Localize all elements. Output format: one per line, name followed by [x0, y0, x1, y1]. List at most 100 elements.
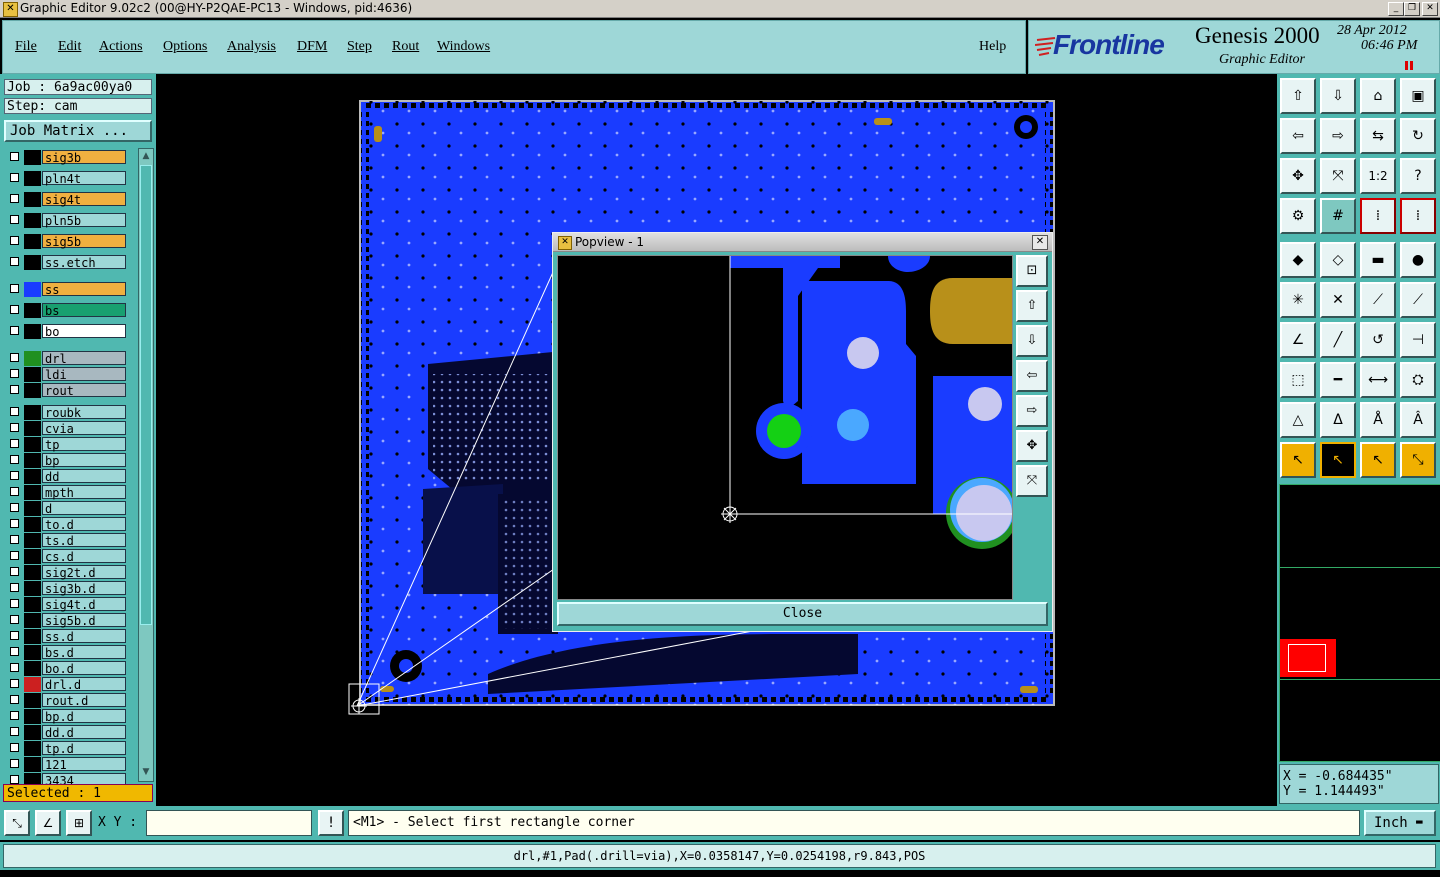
- hline-icon[interactable]: ━: [1320, 362, 1356, 398]
- layer-name[interactable]: dd: [42, 469, 126, 484]
- layer-checkbox[interactable]: [10, 631, 19, 640]
- settings-icon[interactable]: ⚙: [1280, 198, 1316, 234]
- layer-checkbox[interactable]: [10, 759, 19, 768]
- layer-row[interactable]: bs.d: [6, 645, 126, 660]
- overview-map[interactable]: [1279, 484, 1440, 762]
- layer-checkbox[interactable]: [10, 305, 19, 314]
- layer-checkbox[interactable]: [10, 647, 19, 656]
- layer-row[interactable]: bo: [6, 324, 126, 339]
- menu-analysis[interactable]: Analysis: [227, 39, 276, 55]
- layer-name[interactable]: sig4t: [42, 192, 126, 207]
- layer-checkbox[interactable]: [10, 284, 19, 293]
- layer-name[interactable]: rout: [42, 383, 126, 398]
- popview-pan-down-icon[interactable]: ⇩: [1016, 325, 1048, 357]
- layer-color-swatch[interactable]: [24, 437, 41, 452]
- xy-input[interactable]: [146, 810, 312, 836]
- restore-icon[interactable]: ❐: [1404, 2, 1420, 16]
- window-split-icon[interactable]: ▣: [1400, 78, 1436, 114]
- layer-checkbox[interactable]: [10, 663, 19, 672]
- layer-name[interactable]: ss: [42, 282, 126, 297]
- measure-icon[interactable]: ▬: [1360, 242, 1396, 278]
- dimension-icon[interactable]: ⟷: [1360, 362, 1396, 398]
- layer-name[interactable]: ldi: [42, 367, 126, 382]
- popview-zoom-view[interactable]: [557, 255, 1013, 600]
- layer-checkbox[interactable]: [10, 711, 19, 720]
- layer-row[interactable]: sig5b: [6, 234, 126, 249]
- zoom-out-icon[interactable]: ⤧: [1320, 158, 1356, 194]
- add-surface-icon[interactable]: ◇: [1320, 242, 1356, 278]
- pointer-active-icon[interactable]: ↖: [1320, 442, 1356, 478]
- menu-options[interactable]: Options: [163, 39, 207, 55]
- layer-row[interactable]: sig2t.d: [6, 565, 126, 580]
- layer-checkbox[interactable]: [10, 567, 19, 576]
- layer-color-swatch[interactable]: [24, 677, 41, 692]
- layer-row[interactable]: dd: [6, 469, 126, 484]
- overview-viewport[interactable]: [1280, 639, 1336, 677]
- menu-help[interactable]: Help: [979, 39, 1006, 55]
- layer-color-swatch[interactable]: [24, 757, 41, 772]
- layer-checkbox[interactable]: [10, 615, 19, 624]
- layer-color-swatch[interactable]: [24, 629, 41, 644]
- menu-rout[interactable]: Rout: [392, 39, 419, 55]
- layer-color-swatch[interactable]: [24, 303, 41, 318]
- layer-color-swatch[interactable]: [24, 565, 41, 580]
- layer-checkbox[interactable]: [10, 407, 19, 416]
- layer-row[interactable]: pln4t: [6, 171, 126, 186]
- layer-row[interactable]: sig4t: [6, 192, 126, 207]
- layer-color-swatch[interactable]: [24, 421, 41, 436]
- arc-icon[interactable]: ↺: [1360, 322, 1396, 358]
- layer-color-swatch[interactable]: [24, 645, 41, 660]
- layer-name[interactable]: sig3b.d: [42, 581, 126, 596]
- layer-color-swatch[interactable]: [24, 150, 41, 165]
- layer-checkbox[interactable]: [10, 194, 19, 203]
- snap-alt-icon[interactable]: ⁞: [1400, 198, 1436, 234]
- pointer-select-icon[interactable]: ↖: [1360, 442, 1396, 478]
- layer-row[interactable]: sig3b.d: [6, 581, 126, 596]
- layer-color-swatch[interactable]: [24, 581, 41, 596]
- layer-name[interactable]: pln5b: [42, 213, 126, 228]
- popview-zoom-fit-icon[interactable]: ⊡: [1016, 255, 1048, 287]
- layer-color-swatch[interactable]: [24, 549, 41, 564]
- pointer-icon[interactable]: ↖: [1280, 442, 1316, 478]
- layer-row[interactable]: rout.d: [6, 693, 126, 708]
- layer-name[interactable]: to.d: [42, 517, 126, 532]
- zoom-in-icon[interactable]: ✥: [1280, 158, 1316, 194]
- triangle-cut-icon[interactable]: Â: [1400, 402, 1436, 438]
- layer-name[interactable]: ts.d: [42, 533, 126, 548]
- layer-row[interactable]: ss.etch: [6, 255, 126, 270]
- layer-checkbox[interactable]: [10, 695, 19, 704]
- layer-name[interactable]: bo: [42, 324, 126, 339]
- layer-row[interactable]: rout: [6, 383, 126, 398]
- layer-checkbox[interactable]: [10, 519, 19, 528]
- layer-name[interactable]: pln4t: [42, 171, 126, 186]
- layer-row[interactable]: d: [6, 501, 126, 516]
- layer-color-swatch[interactable]: [24, 725, 41, 740]
- layer-name[interactable]: dd.d: [42, 725, 126, 740]
- layer-color-swatch[interactable]: [24, 213, 41, 228]
- layer-checkbox[interactable]: [10, 369, 19, 378]
- layer-row[interactable]: bo.d: [6, 661, 126, 676]
- layer-checkbox[interactable]: [10, 487, 19, 496]
- triangle-icon[interactable]: △: [1280, 402, 1316, 438]
- minimize-icon[interactable]: _: [1388, 2, 1404, 16]
- scroll-down-icon[interactable]: ▼: [140, 767, 152, 777]
- line-icon[interactable]: ╱: [1320, 322, 1356, 358]
- menu-dfm[interactable]: DFM: [297, 39, 327, 55]
- layer-row[interactable]: mpth: [6, 485, 126, 500]
- layer-checkbox[interactable]: [10, 471, 19, 480]
- layer-name[interactable]: ss.etch: [42, 255, 126, 270]
- layer-row[interactable]: cs.d: [6, 549, 126, 564]
- layer-name[interactable]: bp: [42, 453, 126, 468]
- popview-close-button[interactable]: Close: [557, 602, 1048, 626]
- layer-name[interactable]: bs.d: [42, 645, 126, 660]
- layer-list-scrollbar[interactable]: ▲ ▼: [138, 148, 154, 782]
- layer-row[interactable]: bp.d: [6, 709, 126, 724]
- layer-color-swatch[interactable]: [24, 351, 41, 366]
- layer-name[interactable]: mpth: [42, 485, 126, 500]
- layer-color-swatch[interactable]: [24, 405, 41, 420]
- popview-close-icon[interactable]: ✕: [1032, 235, 1048, 250]
- layer-checkbox[interactable]: [10, 326, 19, 335]
- layer-row[interactable]: ss: [6, 282, 126, 297]
- layer-color-swatch[interactable]: [24, 171, 41, 186]
- layer-color-swatch[interactable]: [24, 613, 41, 628]
